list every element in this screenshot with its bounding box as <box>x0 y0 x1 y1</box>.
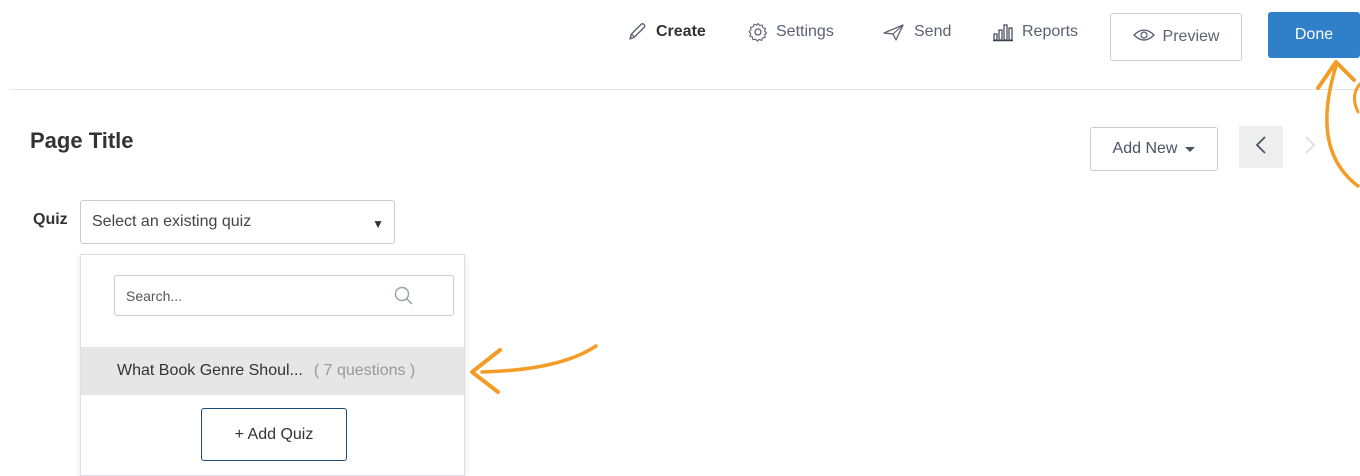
quiz-option-count: ( 7 questions ) <box>313 362 416 379</box>
paper-plane-icon <box>882 22 906 42</box>
quiz-select[interactable]: Select an existing quiz ▼ <box>80 200 395 244</box>
search-icon <box>393 285 415 310</box>
nav-reports-label: Reports <box>1022 23 1079 40</box>
pencil-icon <box>626 22 648 42</box>
nav-send-label: Send <box>914 23 952 40</box>
nav-send[interactable]: Send <box>882 22 951 42</box>
caret-down-icon <box>1185 146 1196 152</box>
nav-create-label: Create <box>656 23 706 40</box>
preview-button[interactable]: Preview <box>1110 13 1242 61</box>
done-button[interactable]: Done <box>1268 12 1360 58</box>
chevron-right-icon <box>1304 135 1316 159</box>
nav-create[interactable]: Create <box>626 22 706 42</box>
quiz-dropdown-menu: Search... What Book Genre Shoul... ( 7 q… <box>80 254 465 476</box>
nav-settings-label: Settings <box>776 23 834 40</box>
eye-icon <box>1132 28 1155 47</box>
dropdown-arrow-icon: ▼ <box>372 217 384 231</box>
quiz-option[interactable]: What Book Genre Shoul... ( 7 questions ) <box>81 347 464 395</box>
next-page-button[interactable] <box>1292 126 1328 168</box>
page-title: Page Title <box>30 128 134 153</box>
nav-reports[interactable]: Reports <box>992 22 1078 42</box>
header-divider <box>10 89 1360 90</box>
nav-settings[interactable]: Settings <box>748 22 834 42</box>
previous-page-button[interactable] <box>1239 126 1283 168</box>
done-label: Done <box>1294 26 1334 43</box>
quiz-search-placeholder: Search... <box>126 287 183 304</box>
annotation-arrow-to-quiz-option <box>470 344 598 394</box>
quiz-search-input[interactable]: Search... <box>114 275 454 316</box>
add-new-label: Add New <box>1112 140 1178 157</box>
quiz-option-title: What Book Genre Shoul... <box>117 362 303 379</box>
add-new-dropdown-button[interactable]: Add New <box>1090 127 1218 171</box>
preview-label: Preview <box>1162 28 1220 45</box>
gear-icon <box>748 22 768 42</box>
add-quiz-label: + Add Quiz <box>234 425 314 443</box>
chevron-left-icon <box>1255 135 1267 159</box>
add-quiz-button[interactable]: + Add Quiz <box>201 408 347 461</box>
top-navigation: Create Settings Send Reports Preview Don… <box>0 0 1360 90</box>
quiz-label: Quiz <box>33 211 68 228</box>
bar-chart-icon <box>992 22 1014 42</box>
quiz-select-value: Select an existing quiz <box>92 213 252 230</box>
